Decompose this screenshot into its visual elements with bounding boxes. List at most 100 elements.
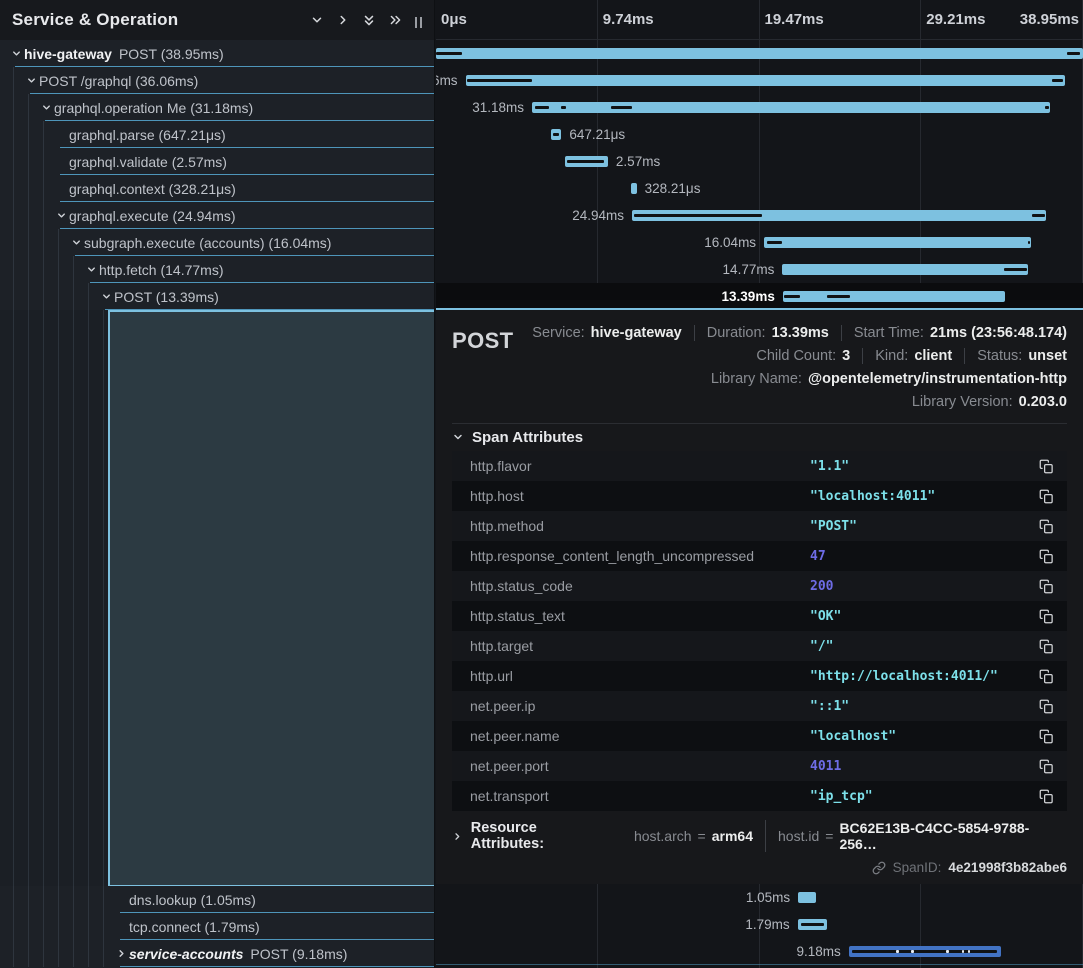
metadata-label: Duration: [707, 325, 766, 341]
copy-icon[interactable] [1035, 485, 1057, 507]
double-chevron-right-icon[interactable] [382, 7, 408, 33]
timeline-row: 31.18ms [436, 94, 1083, 121]
attribute-row: http.flavor"1.1" [452, 451, 1067, 481]
span-bar[interactable] [798, 892, 815, 903]
span-bar[interactable] [631, 183, 636, 194]
collapse-chevron-icon[interactable] [68, 235, 84, 251]
selected-span-highlight [108, 310, 434, 886]
operation-label: subgraph.execute (accounts) (16.04ms) [84, 235, 331, 251]
attribute-key: http.flavor [470, 458, 810, 474]
operation-label: POST /graphql (36.06ms) [39, 73, 198, 89]
tree-row[interactable]: graphql.execute (24.94ms) [0, 202, 434, 229]
collapse-chevron-icon[interactable] [83, 262, 99, 278]
expand-chevron-icon[interactable] [113, 946, 129, 962]
resource-attribute: host.id=BC62E13B-C4CC-5854-9788-256… [765, 820, 1067, 852]
copy-icon[interactable] [1035, 575, 1057, 597]
span-bar[interactable] [632, 210, 1046, 221]
duration-label: 31.18ms [472, 94, 524, 121]
duration-label: 328.21μs [645, 175, 701, 202]
copy-icon[interactable] [1035, 725, 1057, 747]
metadata-value: 21ms (23:56:48.174) [930, 325, 1067, 341]
copy-icon[interactable] [1035, 785, 1057, 807]
span-bar[interactable] [565, 156, 608, 167]
timeline-row: 328.21μs [436, 175, 1083, 202]
attribute-value: "1.1" [810, 459, 1035, 474]
duration-label: 14.77ms [723, 256, 775, 283]
copy-icon[interactable] [1035, 755, 1057, 777]
span-bar[interactable] [798, 919, 828, 930]
resource-attributes-row[interactable]: Resource Attributes: host.arch=arm64host… [452, 823, 1067, 849]
trace-viewer: Service & Operation hive-gatewayPOST (38… [0, 0, 1083, 968]
attribute-key: http.response_content_length_uncompresse… [470, 548, 810, 564]
tree-row[interactable]: hive-gatewayPOST (38.95ms) [0, 40, 434, 67]
attribute-value: "POST" [810, 519, 1035, 534]
panel-resize-handle[interactable] [412, 12, 424, 28]
duration-label: 24.94ms [572, 202, 624, 229]
span-bar-mark [1045, 106, 1049, 109]
span-bar-mark [1032, 214, 1044, 217]
collapse-chevron-icon[interactable] [53, 208, 69, 224]
copy-icon[interactable] [1035, 635, 1057, 657]
span-bar[interactable] [466, 75, 1065, 86]
attribute-row: net.transport"ip_tcp" [452, 781, 1067, 811]
span-bar-mark [535, 106, 550, 109]
copy-icon[interactable] [1035, 605, 1057, 627]
span-bar-mark [896, 950, 899, 953]
timeline-tick: 29.21ms [926, 0, 985, 40]
tree-row[interactable]: POST (13.39ms) [0, 283, 434, 310]
link-icon[interactable] [872, 861, 886, 875]
chevron-down-icon[interactable] [304, 7, 330, 33]
copy-icon[interactable] [1035, 695, 1057, 717]
timeline-rows-bottom: 1.05ms1.79ms9.18ms [436, 884, 1083, 965]
operation-label: dns.lookup (1.05ms) [129, 892, 256, 908]
span-bar-mark [962, 950, 964, 953]
metadata-label: Child Count: [756, 348, 836, 364]
attribute-row: http.status_code200 [452, 571, 1067, 601]
attribute-value: "OK" [810, 609, 1035, 624]
attribute-value: "localhost:4011" [810, 489, 1035, 504]
double-chevron-down-icon[interactable] [356, 7, 382, 33]
operation-label: graphql.validate (2.57ms) [69, 154, 227, 170]
tree-row[interactable]: POST /graphql (36.06ms) [0, 67, 434, 94]
tree-row[interactable]: service-accountsPOST (9.18ms) [0, 940, 434, 967]
duration-label: 1.05ms [746, 884, 790, 911]
tree-row[interactable]: subgraph.execute (accounts) (16.04ms) [0, 229, 434, 256]
panel-title: Service & Operation [12, 10, 178, 30]
span-bar[interactable] [532, 102, 1050, 113]
span-bar[interactable] [764, 237, 1030, 248]
tree-row[interactable]: dns.lookup (1.05ms) [0, 886, 434, 913]
span-bar-mark [634, 214, 762, 217]
span-id-label: SpanID: [893, 860, 942, 875]
span-bar[interactable] [782, 264, 1027, 275]
tree-row[interactable]: graphql.validate (2.57ms) [0, 148, 434, 175]
collapse-chevron-icon[interactable] [38, 100, 54, 116]
chevron-right-icon [452, 831, 463, 842]
timeline-row: 647.21μs [436, 121, 1083, 148]
tree-row[interactable]: graphql.parse (647.21μs) [0, 121, 434, 148]
copy-icon[interactable] [1035, 515, 1057, 537]
span-bar[interactable] [783, 291, 1005, 302]
tree-row[interactable]: graphql.context (328.21μs) [0, 175, 434, 202]
attribute-key: http.status_text [470, 608, 810, 624]
metadata-label: Library Name: [711, 371, 802, 387]
copy-icon[interactable] [1035, 665, 1057, 687]
chevron-right-icon[interactable] [330, 7, 356, 33]
collapse-chevron-icon[interactable] [8, 46, 24, 62]
metadata-value: client [914, 348, 952, 364]
span-bar[interactable] [436, 48, 1083, 59]
span-detail-panel: POST Service:hive-gatewayDuration:13.39m… [436, 308, 1083, 884]
span-attributes-header[interactable]: Span Attributes [452, 424, 1067, 451]
tree-row[interactable]: tcp.connect (1.79ms) [0, 913, 434, 940]
collapse-chevron-icon[interactable] [23, 73, 39, 89]
tree-row[interactable]: http.fetch (14.77ms) [0, 256, 434, 283]
span-bar-mark [968, 950, 970, 953]
collapse-chevron-icon[interactable] [98, 289, 114, 305]
span-title: POST [452, 322, 514, 354]
tree-row[interactable]: graphql.operation Me (31.18ms) [0, 94, 434, 121]
copy-icon[interactable] [1035, 545, 1057, 567]
copy-icon[interactable] [1035, 455, 1057, 477]
attribute-key: net.peer.name [470, 728, 810, 744]
timeline-row: 1.79ms [436, 911, 1083, 938]
span-bar[interactable] [849, 946, 1001, 957]
span-bar[interactable] [551, 129, 562, 140]
